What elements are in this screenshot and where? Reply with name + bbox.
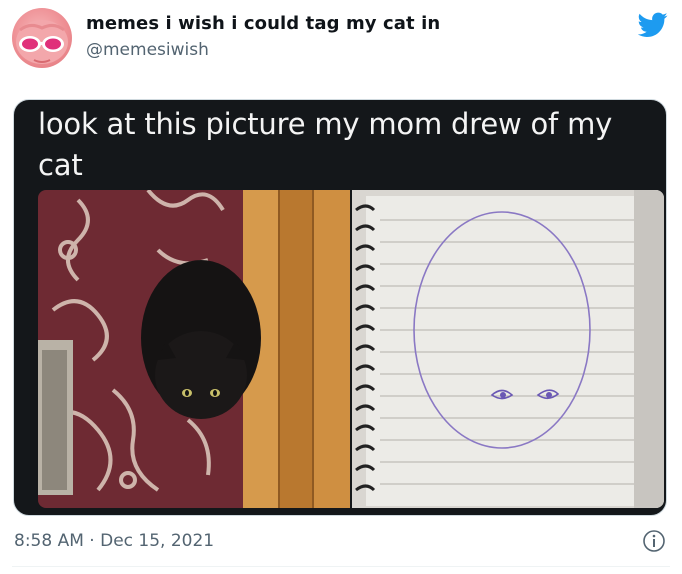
user-handle[interactable]: @memesiwish: [86, 38, 440, 62]
tweet-time: 8:58 AM: [14, 531, 84, 551]
tweet-footer: 8:58 AM · Dec 15, 2021: [14, 528, 668, 556]
tweet-media[interactable]: look at this picture my mom drew of my c…: [13, 99, 667, 516]
display-name[interactable]: memes i wish i could tag my cat in: [86, 12, 440, 36]
timestamp-separator: ·: [89, 531, 95, 551]
avatar[interactable]: [12, 8, 72, 68]
notebook-drawing: [352, 190, 664, 508]
divider: [12, 566, 670, 567]
author-names: memes i wish i could tag my cat in @meme…: [86, 12, 440, 62]
tweet: memes i wish i could tag my cat in @meme…: [0, 0, 682, 574]
meme-caption: look at this picture my mom drew of my c…: [38, 107, 613, 182]
twitter-bird-icon[interactable]: [638, 12, 668, 38]
cat-photo: [38, 190, 350, 508]
tweet-date: Dec 15, 2021: [100, 531, 215, 551]
tweet-timestamp[interactable]: 8:58 AM · Dec 15, 2021: [14, 528, 214, 554]
sunglasses-icon: [16, 20, 68, 64]
info-icon[interactable]: [642, 529, 666, 553]
tweet-header: memes i wish i could tag my cat in @meme…: [12, 6, 670, 70]
